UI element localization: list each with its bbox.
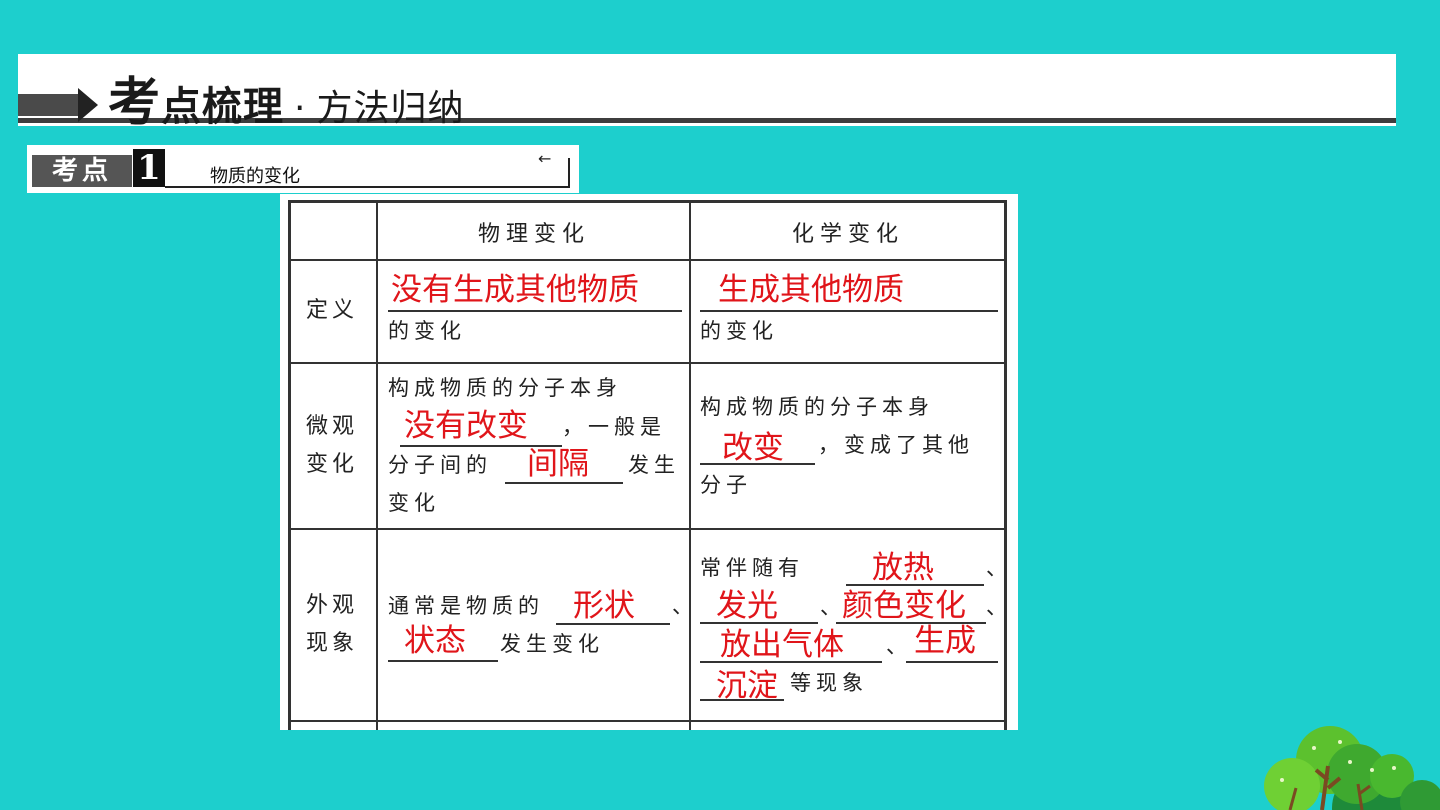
row-label-appearance: 现象 bbox=[305, 631, 358, 656]
header-physical: 物理变化 bbox=[478, 222, 591, 247]
cell-text: 发生 bbox=[628, 453, 680, 477]
title-dot: · bbox=[294, 88, 307, 129]
answer-physical-appearance-1: 形状 bbox=[573, 588, 635, 624]
page-title: 考点梳理 · 方法归纳 bbox=[108, 60, 464, 135]
blank-line bbox=[700, 622, 818, 624]
tree-icon bbox=[1264, 726, 1440, 810]
table-divider bbox=[288, 528, 1007, 530]
cell-text: 、 bbox=[886, 634, 912, 658]
section-bracket bbox=[568, 158, 570, 188]
answer-chemical-definition: 生成其他物质 bbox=[718, 272, 904, 308]
cell-text: 、 bbox=[672, 594, 698, 618]
answer-chemical-appearance-4: 放出气体 bbox=[720, 627, 844, 663]
row-label-micro: 微观 bbox=[305, 414, 358, 439]
cell-text: 的变化 bbox=[388, 319, 466, 343]
blank-line bbox=[700, 463, 815, 465]
cell-text: 分子间的 bbox=[388, 453, 492, 477]
header-arrow-icon bbox=[78, 88, 98, 122]
cell-text: 等现象 bbox=[790, 671, 868, 695]
table-divider bbox=[689, 200, 691, 730]
cell-text: ，一般是 bbox=[562, 415, 666, 439]
answer-physical-micro-2: 间隔 bbox=[527, 446, 589, 482]
table-divider bbox=[288, 259, 1007, 261]
answer-chemical-appearance-1: 放热 bbox=[872, 550, 934, 586]
answer-chemical-micro: 改变 bbox=[722, 430, 784, 466]
cell-text: 变化 bbox=[388, 491, 440, 515]
section-number: 1 bbox=[133, 149, 165, 187]
blank-line bbox=[700, 699, 784, 701]
blank-line bbox=[846, 584, 984, 586]
page-title-big: 考 bbox=[108, 72, 162, 133]
blank-line bbox=[906, 661, 998, 663]
page-title-rest: 点梳理 bbox=[161, 83, 285, 130]
answer-chemical-appearance-2: 发光 bbox=[716, 588, 778, 624]
row-label-micro: 变化 bbox=[305, 452, 358, 477]
blank-line bbox=[388, 660, 498, 662]
cell-text: 发生变化 bbox=[500, 632, 604, 656]
answer-chemical-appearance-3: 颜色变化 bbox=[842, 588, 966, 624]
cell-text: 、 bbox=[986, 556, 1012, 580]
table-divider bbox=[288, 720, 1007, 722]
row-label-definition: 定义 bbox=[305, 298, 358, 323]
page-subtitle: 方法归纳 bbox=[316, 88, 465, 129]
blank-line bbox=[505, 482, 623, 484]
table-divider bbox=[376, 200, 378, 730]
blank-line bbox=[700, 661, 882, 663]
cell-text: 常伴随有 bbox=[700, 556, 804, 580]
cell-text: ，变成了其他 bbox=[818, 433, 974, 457]
answer-physical-micro-1: 没有改变 bbox=[404, 408, 528, 444]
section-tag-label: 考点 bbox=[32, 155, 132, 187]
table-divider bbox=[288, 362, 1007, 364]
cell-text: 通常是物质的 bbox=[388, 594, 544, 618]
row-label-appearance: 外观 bbox=[305, 593, 358, 618]
answer-physical-appearance-2: 状态 bbox=[404, 623, 466, 659]
answer-physical-definition: 没有生成其他物质 bbox=[391, 272, 639, 308]
answer-chemical-appearance-5: 生成 bbox=[914, 623, 976, 659]
section-title: 物质的变化 bbox=[210, 166, 300, 187]
cell-text: 构成物质的分子本身 bbox=[700, 395, 934, 419]
cell-text: 、 bbox=[986, 595, 1012, 619]
header-bar bbox=[18, 94, 80, 116]
cell-text: 的变化 bbox=[700, 319, 778, 343]
cell-text: 分子 bbox=[700, 473, 752, 497]
return-arrow-icon: ← bbox=[538, 149, 552, 168]
header-chemical: 化学变化 bbox=[792, 222, 905, 247]
cell-text: 构成物质的分子本身 bbox=[388, 376, 622, 400]
